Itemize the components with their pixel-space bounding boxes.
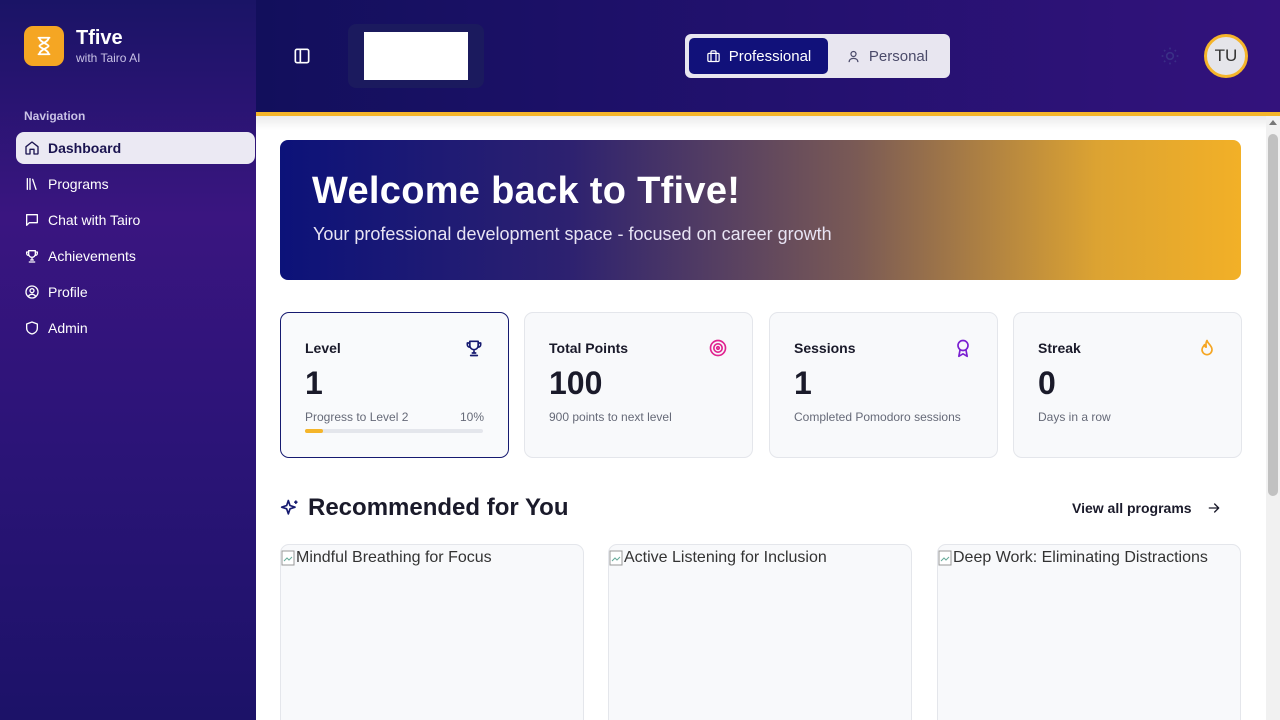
level-progress-bar: [305, 429, 483, 433]
recommended-title: Recommended for You: [308, 494, 569, 521]
sidebar-item-admin[interactable]: Admin: [16, 312, 255, 344]
stat-label: Level: [305, 340, 341, 356]
stat-note: Days in a row: [1038, 410, 1111, 424]
briefcase-icon: [706, 49, 720, 62]
trophy-icon: [26, 250, 38, 263]
streak-card[interactable]: Streak 0 Days in a row: [1013, 312, 1242, 458]
sidebar-item-label: Chat with Tairo: [48, 212, 141, 228]
broken-image-icon: [938, 550, 952, 566]
program-card[interactable]: Deep Work: Eliminating Distractions: [937, 544, 1241, 720]
sidebar-item-label: Achievements: [48, 248, 136, 264]
sidebar-item-label: Programs: [48, 176, 109, 192]
trophy-icon: [466, 340, 482, 357]
logo-slot[interactable]: [348, 24, 484, 88]
sidebar-nav: Dashboard Programs Chat with Tairo Achie…: [16, 132, 255, 348]
level-card[interactable]: Level 1 Progress to Level 2 10%: [280, 312, 509, 458]
progress-fill: [305, 429, 323, 433]
stat-value: 1: [305, 365, 323, 401]
brand-subtitle: with Tairo AI: [76, 51, 141, 65]
user-circle-icon: [25, 285, 39, 299]
image-alt-text: Deep Work: Eliminating Distractions: [953, 549, 1208, 566]
sparkles-icon: [280, 499, 298, 515]
sidebar: Tfive with Tairo AI Navigation Dashboard…: [0, 0, 256, 720]
scrollbar[interactable]: [1266, 116, 1280, 720]
program-card[interactable]: Active Listening for Inclusion: [608, 544, 912, 720]
brand[interactable]: Tfive with Tairo AI: [24, 26, 140, 66]
professional-mode-button[interactable]: Professional: [689, 38, 828, 74]
scroll-up-arrow-icon[interactable]: [1269, 120, 1277, 125]
view-all-label: View all programs: [1072, 500, 1192, 516]
library-icon: [26, 178, 37, 190]
sidebar-item-programs[interactable]: Programs: [16, 168, 255, 200]
mode-label: Professional: [728, 47, 812, 65]
user-icon: [848, 50, 859, 62]
hourglass-icon: [24, 26, 64, 66]
header-shadow: [256, 116, 1266, 130]
program-card[interactable]: Mindful Breathing for Focus: [280, 544, 584, 720]
arrow-right-icon: [1208, 503, 1219, 513]
mode-label: Personal: [868, 47, 929, 65]
sidebar-toggle-icon[interactable]: [292, 46, 312, 66]
broken-image-icon: [281, 550, 295, 566]
sidebar-item-label: Dashboard: [48, 140, 122, 156]
sidebar-item-dashboard[interactable]: Dashboard: [16, 132, 255, 164]
nav-section-title: Navigation: [24, 109, 86, 123]
view-all-programs-link[interactable]: View all programs: [1072, 500, 1222, 516]
main-content: Welcome back to Tfive! Your professional…: [256, 116, 1280, 720]
sidebar-item-achievements[interactable]: Achievements: [16, 240, 255, 272]
stat-value: 1: [794, 365, 812, 401]
stat-note: Completed Pomodoro sessions: [794, 410, 961, 424]
stat-label: Sessions: [794, 340, 856, 356]
welcome-banner: Welcome back to Tfive! Your professional…: [280, 140, 1241, 280]
stat-label: Total Points: [549, 340, 629, 356]
stat-note: Progress to Level 2: [305, 410, 409, 424]
award-icon: [957, 339, 969, 358]
image-alt-text: Mindful Breathing for Focus: [296, 549, 492, 566]
sidebar-item-label: Admin: [48, 320, 88, 336]
target-icon: [709, 339, 727, 357]
brand-name: Tfive: [76, 27, 123, 49]
personal-mode-button[interactable]: Personal: [828, 38, 946, 74]
stat-label: Streak: [1038, 340, 1081, 356]
welcome-title: Welcome back to Tfive!: [312, 170, 741, 212]
program-image: Mindful Breathing for Focus: [281, 549, 492, 567]
shield-icon: [26, 321, 38, 335]
user-avatar[interactable]: TU: [1204, 34, 1248, 78]
sessions-card[interactable]: Sessions 1 Completed Pomodoro sessions: [769, 312, 998, 458]
stat-value: 0: [1038, 365, 1056, 401]
home-icon: [25, 141, 39, 155]
program-image: Deep Work: Eliminating Distractions: [938, 549, 1208, 567]
progress-percent: 10%: [459, 410, 484, 424]
scrollbar-thumb[interactable]: [1268, 134, 1278, 496]
sidebar-item-label: Profile: [48, 284, 88, 300]
chat-icon: [26, 214, 38, 226]
flame-icon: [1201, 339, 1213, 356]
mode-switch: Professional Personal: [685, 34, 950, 78]
logo-image: [364, 32, 468, 80]
sidebar-item-chat[interactable]: Chat with Tairo: [16, 204, 255, 236]
stat-note: 900 points to next level: [549, 410, 672, 424]
top-header: Professional Personal TU: [256, 0, 1280, 116]
welcome-subtitle: Your professional development space - fo…: [313, 224, 832, 244]
program-image: Active Listening for Inclusion: [609, 549, 827, 567]
points-card[interactable]: Total Points 100 900 points to next leve…: [524, 312, 753, 458]
broken-image-icon: [609, 550, 623, 566]
sidebar-item-profile[interactable]: Profile: [16, 276, 255, 308]
stat-value: 100: [549, 365, 603, 401]
image-alt-text: Active Listening for Inclusion: [624, 549, 827, 566]
theme-toggle-icon[interactable]: [1160, 46, 1180, 66]
